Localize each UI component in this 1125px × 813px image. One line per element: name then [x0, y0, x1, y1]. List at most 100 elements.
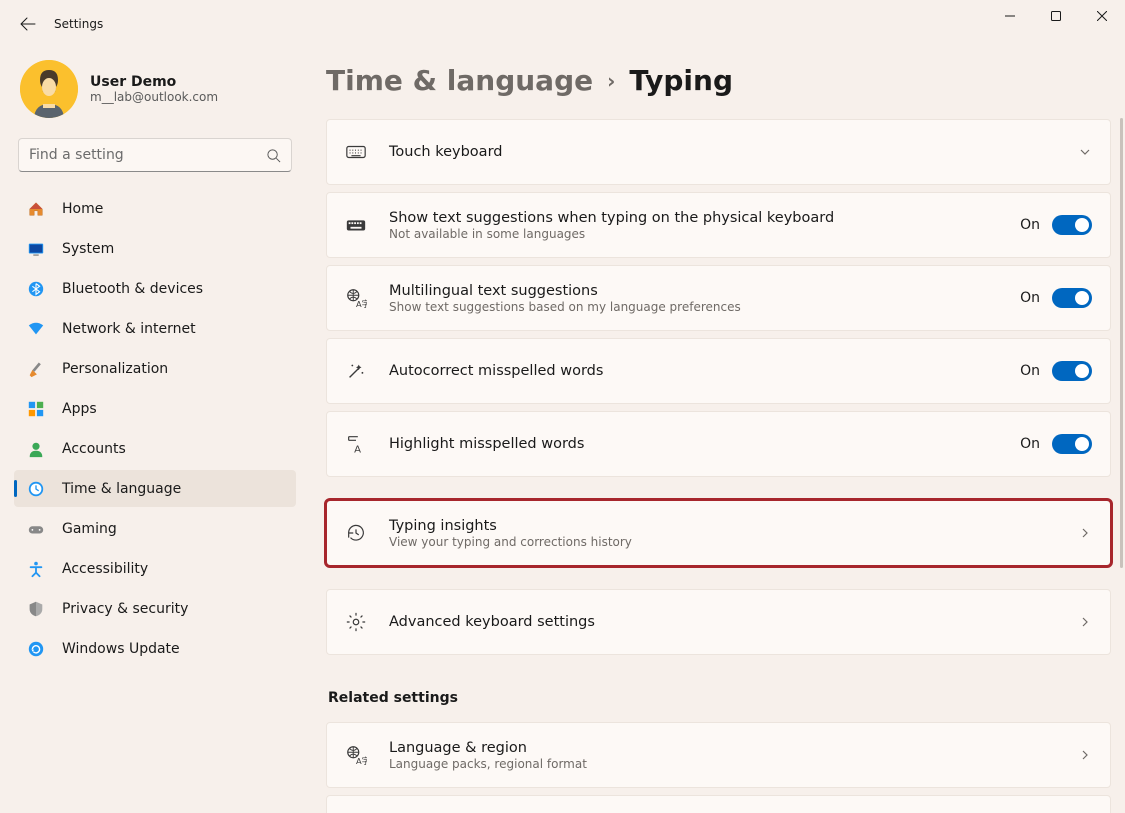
- back-button[interactable]: [8, 4, 48, 44]
- nav-apps[interactable]: Apps: [14, 390, 296, 427]
- card-title: Show text suggestions when typing on the…: [389, 210, 998, 226]
- search-input[interactable]: [29, 147, 266, 163]
- card-title: Highlight misspelled words: [389, 436, 998, 452]
- chevron-right-icon: [1078, 526, 1092, 540]
- toggle-state: On: [1020, 436, 1040, 452]
- globe-language-icon: A字: [345, 744, 367, 766]
- gear-icon: [345, 611, 367, 633]
- card-subtitle: View your typing and corrections history: [389, 535, 1056, 549]
- nav-label: Network & internet: [62, 321, 196, 337]
- card-title: Language & region: [389, 740, 1056, 756]
- close-button[interactable]: [1079, 0, 1125, 32]
- nav-label: Apps: [62, 401, 97, 417]
- nav-label: Accounts: [62, 441, 126, 457]
- nav-system[interactable]: System: [14, 230, 296, 267]
- card-subtitle: Not available in some languages: [389, 227, 998, 241]
- toggle-switch[interactable]: [1052, 434, 1092, 454]
- svg-text:A字: A字: [356, 756, 367, 766]
- card-title: Touch keyboard: [389, 144, 1056, 160]
- card-title: Multilingual text suggestions: [389, 283, 998, 299]
- toggle-state: On: [1020, 290, 1040, 306]
- card-highlight[interactable]: A Highlight misspelled words On: [326, 411, 1111, 477]
- search-icon: [266, 148, 281, 163]
- minimize-icon: [1005, 11, 1015, 21]
- nav-label: Time & language: [62, 481, 181, 497]
- card-subtitle: Language packs, regional format: [389, 757, 1056, 771]
- user-email: m__lab@outlook.com: [90, 90, 218, 104]
- keyboard-icon: [345, 141, 367, 163]
- nav-accounts[interactable]: Accounts: [14, 430, 296, 467]
- toggle-switch[interactable]: [1052, 361, 1092, 381]
- card-language-region[interactable]: A字 Language & region Language packs, reg…: [326, 722, 1111, 788]
- wand-icon: [345, 360, 367, 382]
- nav-time-language[interactable]: Time & language: [14, 470, 296, 507]
- accessibility-icon: [26, 559, 46, 579]
- bluetooth-icon: [26, 279, 46, 299]
- nav-label: Personalization: [62, 361, 168, 377]
- apps-icon: [26, 399, 46, 419]
- card-touch-keyboard[interactable]: Touch keyboard: [326, 119, 1111, 185]
- avatar: [20, 60, 78, 118]
- person-icon: [26, 439, 46, 459]
- card-multilingual[interactable]: A字 Multilingual text suggestions Show te…: [326, 265, 1111, 331]
- wifi-icon: [26, 319, 46, 339]
- svg-text:A: A: [354, 444, 361, 455]
- clock-globe-icon: [26, 479, 46, 499]
- card-typing-insights[interactable]: Typing insights View your typing and cor…: [326, 500, 1111, 566]
- toggle-state: On: [1020, 363, 1040, 379]
- nav-label: Windows Update: [62, 641, 180, 657]
- window-controls: [987, 0, 1125, 32]
- nav-personalization[interactable]: Personalization: [14, 350, 296, 387]
- nav-label: Home: [62, 201, 103, 217]
- card-text-suggestions[interactable]: Show text suggestions when typing on the…: [326, 192, 1111, 258]
- home-icon: [26, 199, 46, 219]
- gamepad-icon: [26, 519, 46, 539]
- search-box[interactable]: [18, 138, 292, 172]
- highlight-icon: A: [345, 433, 367, 455]
- maximize-icon: [1051, 11, 1061, 21]
- toggle-switch[interactable]: [1052, 215, 1092, 235]
- nav-gaming[interactable]: Gaming: [14, 510, 296, 547]
- card-title: Advanced keyboard settings: [389, 614, 1056, 630]
- nav-bluetooth[interactable]: Bluetooth & devices: [14, 270, 296, 307]
- card-advanced-keyboard[interactable]: Advanced keyboard settings: [326, 589, 1111, 655]
- nav-list: Home System Bluetooth & devices Network …: [14, 190, 296, 667]
- nav-label: Privacy & security: [62, 601, 188, 617]
- nav-label: Gaming: [62, 521, 117, 537]
- paintbrush-icon: [26, 359, 46, 379]
- card-autocorrect[interactable]: Autocorrect misspelled words On: [326, 338, 1111, 404]
- maximize-button[interactable]: [1033, 0, 1079, 32]
- chevron-right-icon: ›: [607, 69, 615, 93]
- breadcrumb: Time & language › Typing: [326, 64, 1111, 97]
- user-name: User Demo: [90, 74, 218, 90]
- chevron-down-icon: [1078, 145, 1092, 159]
- breadcrumb-current: Typing: [629, 64, 733, 97]
- related-settings-header: Related settings: [328, 690, 1111, 706]
- nav-network[interactable]: Network & internet: [14, 310, 296, 347]
- toggle-switch[interactable]: [1052, 288, 1092, 308]
- nav-label: Bluetooth & devices: [62, 281, 203, 297]
- chevron-right-icon: [1078, 748, 1092, 762]
- scrollbar[interactable]: [1120, 118, 1123, 568]
- user-block[interactable]: User Demo m__lab@outlook.com: [14, 56, 296, 134]
- nav-privacy[interactable]: Privacy & security: [14, 590, 296, 627]
- nav-label: Accessibility: [62, 561, 148, 577]
- card-title: Typing insights: [389, 518, 1056, 534]
- update-icon: [26, 639, 46, 659]
- titlebar: Settings: [0, 0, 1125, 48]
- breadcrumb-parent[interactable]: Time & language: [326, 64, 593, 97]
- nav-accessibility[interactable]: Accessibility: [14, 550, 296, 587]
- globe-language-icon: A字: [345, 287, 367, 309]
- svg-text:A字: A字: [356, 299, 367, 309]
- window-title: Settings: [54, 17, 103, 31]
- main-content: Time & language › Typing Touch keyboard: [300, 48, 1125, 813]
- shield-icon: [26, 599, 46, 619]
- card-subtitle: Show text suggestions based on my langua…: [389, 300, 998, 314]
- nav-windows-update[interactable]: Windows Update: [14, 630, 296, 667]
- nav-home[interactable]: Home: [14, 190, 296, 227]
- card-inking-typing[interactable]: Inking & typing personalization Custom d…: [326, 795, 1111, 813]
- system-icon: [26, 239, 46, 259]
- sidebar: User Demo m__lab@outlook.com Home System…: [0, 48, 300, 813]
- minimize-button[interactable]: [987, 0, 1033, 32]
- card-title: Autocorrect misspelled words: [389, 363, 998, 379]
